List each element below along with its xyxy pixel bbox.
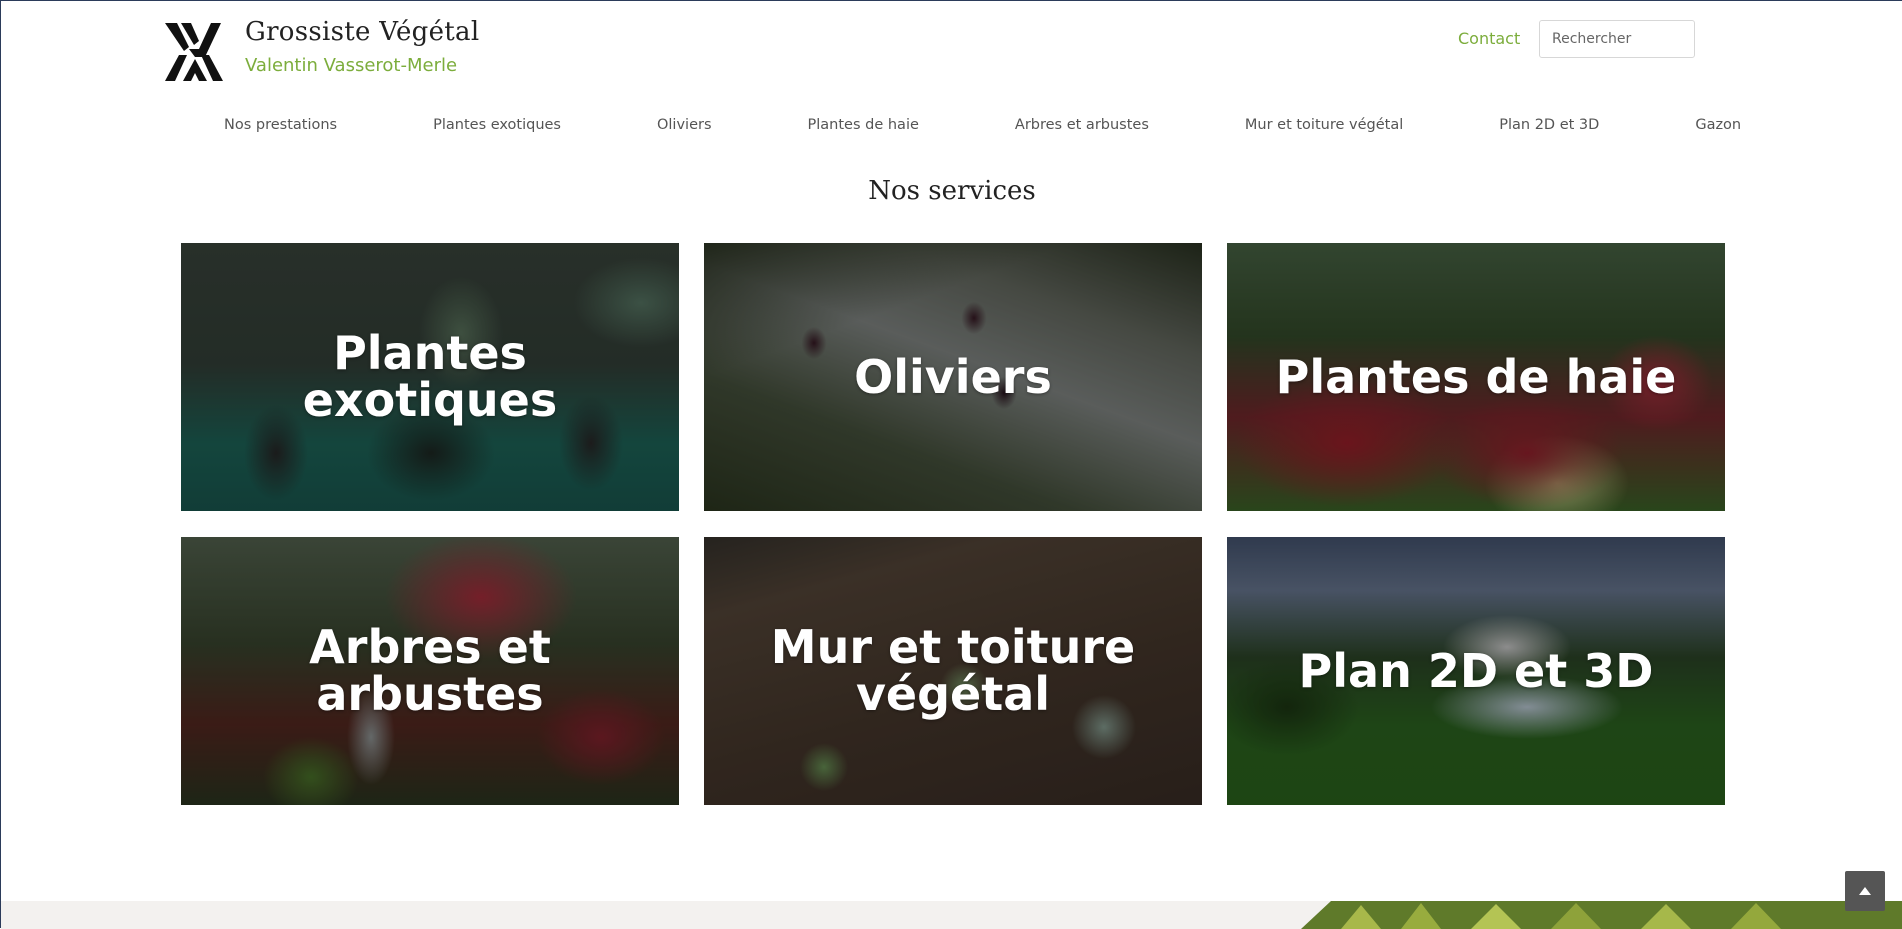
nav-item-oliviers[interactable]: Oliviers <box>609 117 760 133</box>
nav-item-gazon[interactable]: Gazon <box>1647 117 1789 133</box>
service-card-plantes-exotiques[interactable]: Plantes exotiques <box>181 243 679 511</box>
section-title: Nos services <box>868 176 1036 206</box>
card-label: Oliviers <box>854 349 1052 404</box>
scroll-top-button[interactable] <box>1845 871 1885 911</box>
brand-title: Grossiste Végétal <box>245 17 480 47</box>
contact-link[interactable]: Contact <box>1458 29 1520 48</box>
card-label: Plantes exotiques <box>302 326 558 427</box>
card-label: Mur et toiture végétal <box>770 620 1136 721</box>
service-card-oliviers[interactable]: Oliviers <box>704 243 1202 511</box>
main-nav: Nos prestations Plantes exotiques Olivie… <box>176 113 1741 137</box>
service-card-arbres-et-arbustes[interactable]: Arbres et arbustes <box>181 537 679 805</box>
service-card-plantes-de-haie[interactable]: Plantes de haie <box>1227 243 1725 511</box>
footer-band <box>1 901 1902 929</box>
logo[interactable] <box>163 21 225 83</box>
nav-item-arbres-et-arbustes[interactable]: Arbres et arbustes <box>967 117 1197 133</box>
brand-subtitle: Valentin Vasserot-Merle <box>245 55 458 76</box>
service-card-mur-et-toiture[interactable]: Mur et toiture végétal <box>704 537 1202 805</box>
chevron-up-icon <box>1859 887 1871 895</box>
palm-leaf-decoration <box>1301 901 1902 929</box>
nav-item-plantes-exotiques[interactable]: Plantes exotiques <box>385 117 609 133</box>
nav-item-nos-prestations[interactable]: Nos prestations <box>176 117 385 133</box>
vvm-logo-icon <box>165 23 223 81</box>
nav-item-plantes-de-haie[interactable]: Plantes de haie <box>760 117 967 133</box>
card-label: Plantes de haie <box>1275 349 1677 404</box>
card-label: Plan 2D et 3D <box>1298 643 1654 698</box>
search-input[interactable] <box>1539 20 1695 58</box>
card-label: Arbres et arbustes <box>309 620 551 721</box>
nav-item-mur-et-toiture[interactable]: Mur et toiture végétal <box>1197 117 1451 133</box>
site-header: Grossiste Végétal Valentin Vasserot-Merl… <box>1 1 1902 101</box>
service-card-plan-2d-3d[interactable]: Plan 2D et 3D <box>1227 537 1725 805</box>
nav-item-plan-2d-3d[interactable]: Plan 2D et 3D <box>1451 117 1647 133</box>
services-grid: Plantes exotiques Oliviers Plantes de ha… <box>181 243 1726 805</box>
